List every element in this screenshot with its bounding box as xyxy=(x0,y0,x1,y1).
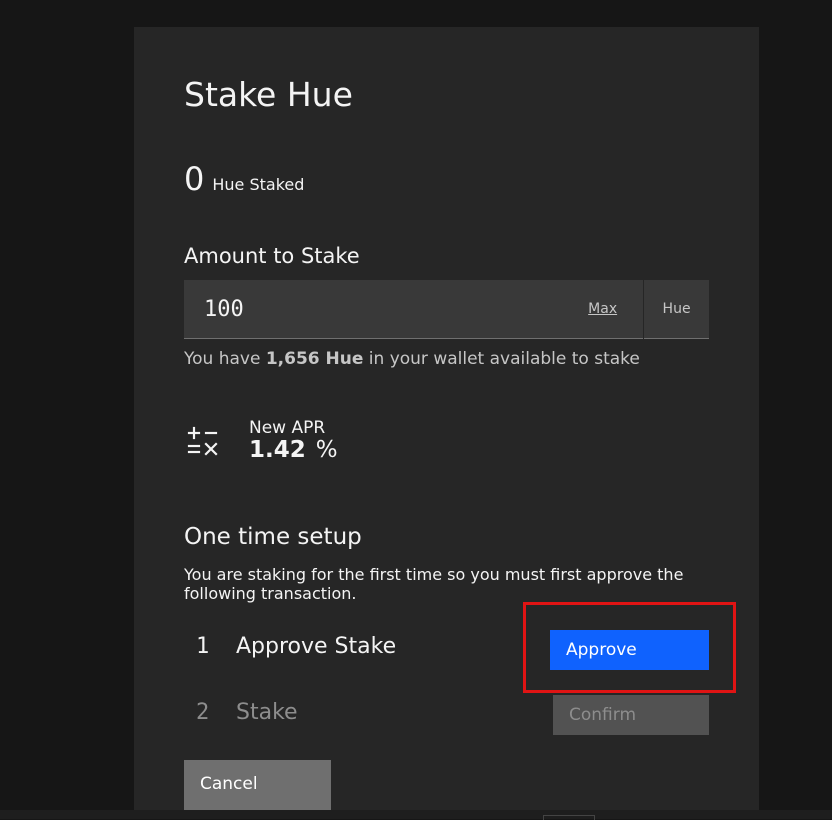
confirm-button[interactable]: Confirm xyxy=(553,695,709,735)
step-number: 1 xyxy=(196,634,209,659)
bottom-strip xyxy=(0,810,832,819)
amount-input[interactable] xyxy=(184,280,574,338)
staked-summary: 0 Hue Staked xyxy=(184,161,304,197)
stake-modal: Stake Hue 0 Hue Staked Amount to Stake M… xyxy=(134,27,759,819)
step-label: Stake xyxy=(236,700,298,725)
amount-input-wrapper: Max xyxy=(184,280,643,339)
step-number: 2 xyxy=(196,700,209,725)
wallet-note-suffix: in your wallet available to stake xyxy=(363,349,639,369)
wallet-balance: 1,656 Hue xyxy=(266,349,364,369)
bottom-tab xyxy=(543,815,595,820)
apr-value: 1.42 % xyxy=(249,437,338,463)
max-link[interactable]: Max xyxy=(588,301,617,317)
amount-input-group: Max Hue xyxy=(184,280,709,339)
staked-label: Hue Staked xyxy=(212,175,304,194)
setup-description: You are staking for the first time so yo… xyxy=(184,565,704,603)
step-label: Approve Stake xyxy=(236,634,396,659)
wallet-note-prefix: You have xyxy=(184,349,266,369)
apr-number: 1.42 xyxy=(249,437,306,463)
unit-label: Hue xyxy=(644,280,709,339)
apr-label: New APR xyxy=(249,418,325,438)
calculator-icon xyxy=(186,425,222,461)
modal-title: Stake Hue xyxy=(184,75,353,115)
cancel-button[interactable]: Cancel xyxy=(184,760,331,810)
setup-title: One time setup xyxy=(184,522,362,552)
wallet-balance-note: You have 1,656 Hue in your wallet availa… xyxy=(184,349,640,369)
amount-label: Amount to Stake xyxy=(184,242,360,270)
apr-unit: % xyxy=(316,437,338,463)
staked-amount: 0 xyxy=(184,161,204,197)
approve-button[interactable]: Approve xyxy=(550,630,709,670)
